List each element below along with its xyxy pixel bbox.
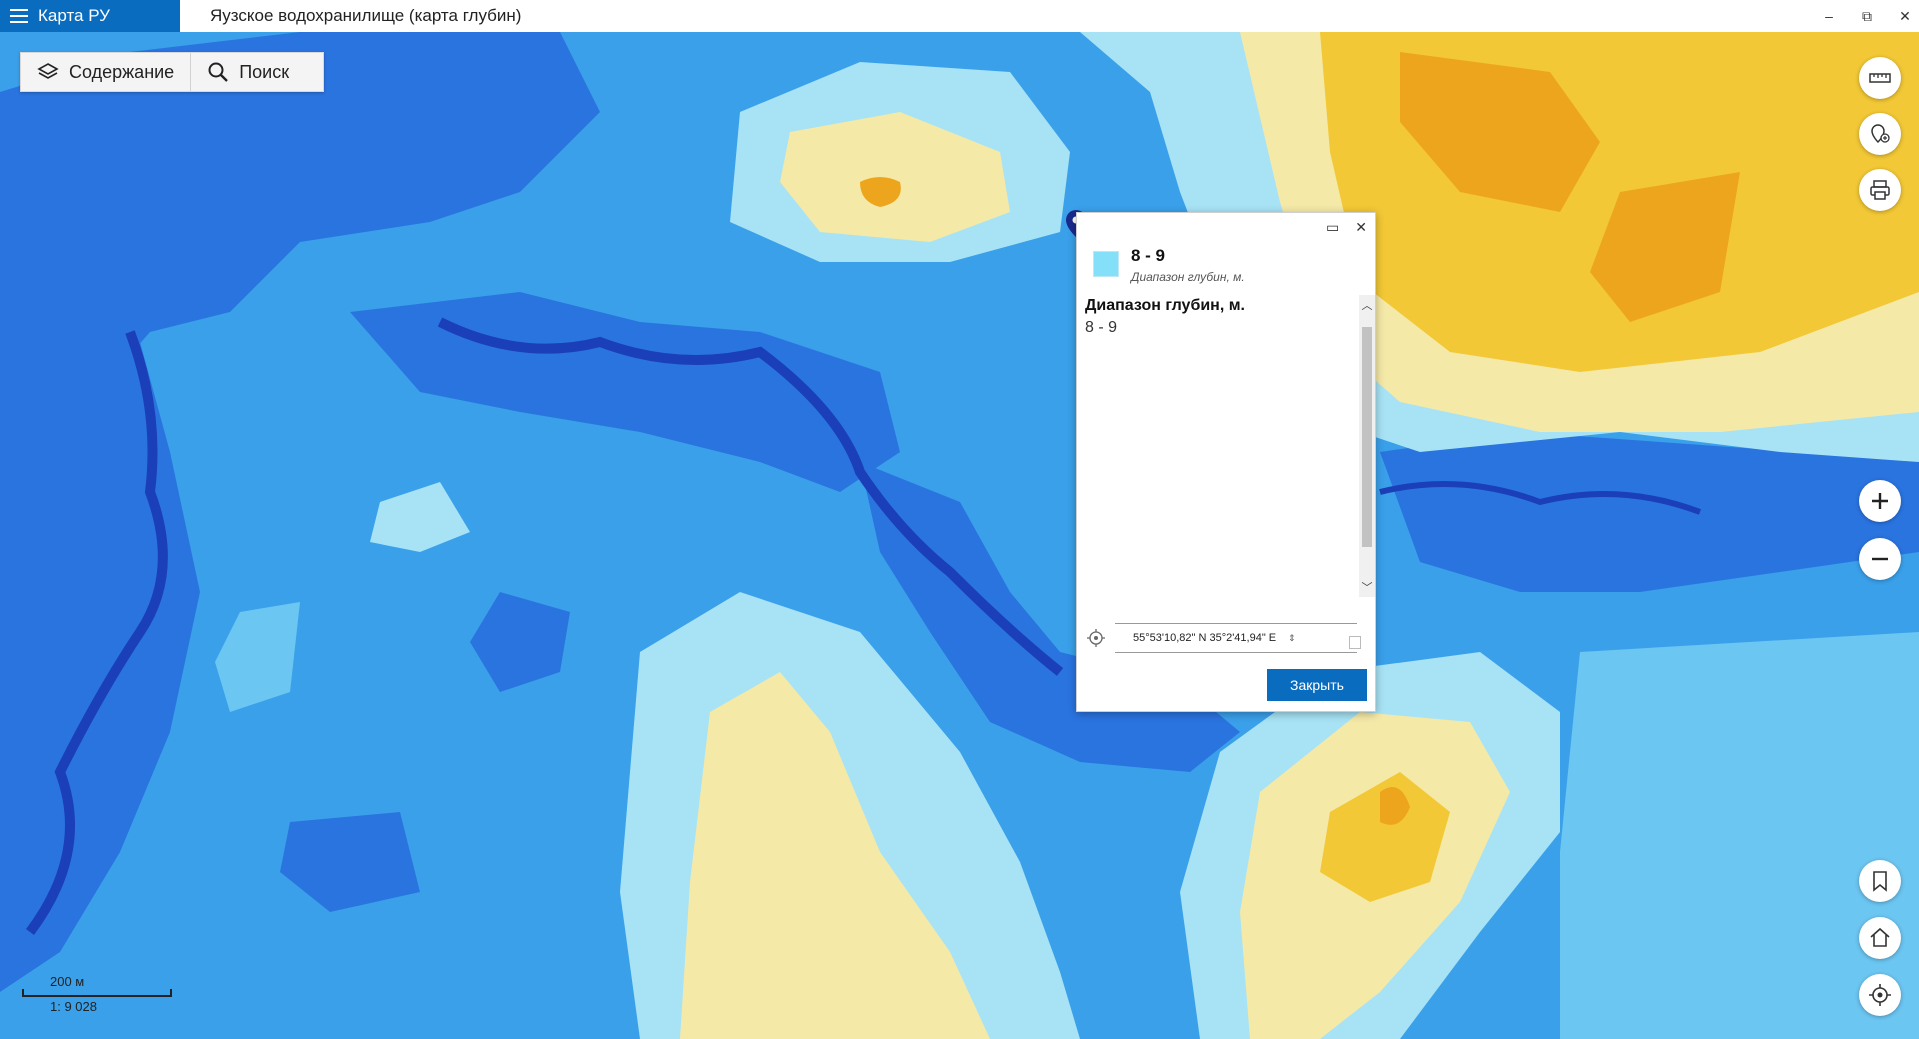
search-button[interactable]: Поиск — [191, 53, 323, 91]
coordinates-row: 55°53'10,82" N 35°2'41,94" E ⇕ — [1087, 623, 1367, 653]
popup-subtitle: Диапазон глубин, м. — [1131, 270, 1245, 284]
popup-body: Диапазон глубин, м. 8 - 9 — [1085, 297, 1355, 597]
contents-label: Содержание — [69, 61, 175, 82]
search-icon — [208, 62, 229, 82]
popup-scrollbar[interactable]: ︿ ﹀ — [1359, 295, 1375, 597]
scale-bar: 200 м 1: 9 028 — [22, 974, 174, 1014]
window-controls: – ⧉ ✕ — [1821, 0, 1913, 32]
coordinates-field[interactable]: 55°53'10,82" N 35°2'41,94" E ⇕ — [1115, 623, 1357, 653]
feature-popup: ▭ ✕ 8 - 9 Диапазон глубин, м. Диапазон г… — [1076, 212, 1376, 712]
popup-title: 8 - 9 — [1131, 246, 1166, 265]
plus-icon — [1872, 493, 1888, 509]
scale-ratio: 1: 9 028 — [50, 999, 97, 1014]
ruler-icon — [1869, 73, 1891, 83]
copy-icon[interactable] — [1349, 636, 1361, 649]
field-label: Диапазон глубин, м. — [1085, 297, 1245, 314]
home-icon — [1870, 927, 1890, 947]
top-toolbar: Содержание Поиск — [20, 52, 325, 92]
zoom-out-button[interactable] — [1859, 538, 1901, 580]
shallow-area — [1560, 632, 1919, 1039]
format-toggle-icon[interactable]: ⇕ — [1288, 633, 1296, 644]
scale-line — [22, 989, 172, 997]
print-button[interactable] — [1859, 169, 1901, 211]
scroll-thumb[interactable] — [1362, 327, 1372, 547]
window-title: Яузское водохранилище (карта глубин) — [210, 6, 522, 25]
map-canvas[interactable] — [0, 32, 1919, 1039]
print-icon — [1870, 180, 1890, 200]
add-pin-button[interactable] — [1859, 113, 1901, 155]
app-menu-button[interactable]: Карта РУ — [0, 0, 180, 32]
crosshair-icon — [1869, 984, 1891, 1006]
field-value: 8 - 9 — [1085, 319, 1118, 336]
hamburger-icon — [10, 9, 28, 23]
minus-icon — [1872, 557, 1888, 561]
coordinates-value: 55°53'10,82" N 35°2'41,94" E — [1133, 632, 1277, 644]
close-window-button[interactable]: ✕ — [1897, 8, 1913, 25]
home-button[interactable] — [1859, 917, 1901, 959]
bookmark-icon — [1873, 871, 1887, 892]
locate-button[interactable] — [1859, 974, 1901, 1016]
close-popup-button[interactable]: Закрыть — [1267, 669, 1367, 701]
target-icon — [1087, 629, 1105, 647]
bookmark-button[interactable] — [1859, 860, 1901, 902]
minimize-button[interactable]: – — [1821, 8, 1837, 24]
contents-button[interactable]: Содержание — [21, 53, 192, 91]
ruler-button[interactable] — [1859, 57, 1901, 99]
restore-button[interactable]: ⧉ — [1859, 8, 1875, 25]
pin-add-icon — [1871, 124, 1890, 144]
title-bar: Карта РУ Яузское водохранилище (карта гл… — [0, 0, 1919, 32]
layers-icon — [37, 63, 59, 79]
maximize-icon[interactable]: ▭ — [1326, 219, 1339, 236]
chevron-up-icon[interactable]: ︿ — [1359, 297, 1375, 313]
search-label: Поиск — [239, 61, 290, 82]
popup-controls: ▭ ✕ — [1326, 219, 1367, 236]
depth-color-swatch — [1093, 251, 1119, 277]
scale-distance: 200 м — [50, 974, 85, 989]
app-name: Карта РУ — [38, 6, 110, 25]
chevron-down-icon[interactable]: ﹀ — [1359, 579, 1375, 595]
depth-map[interactable] — [0, 32, 1919, 1039]
close-icon[interactable]: ✕ — [1355, 219, 1367, 236]
zoom-in-button[interactable] — [1859, 480, 1901, 522]
